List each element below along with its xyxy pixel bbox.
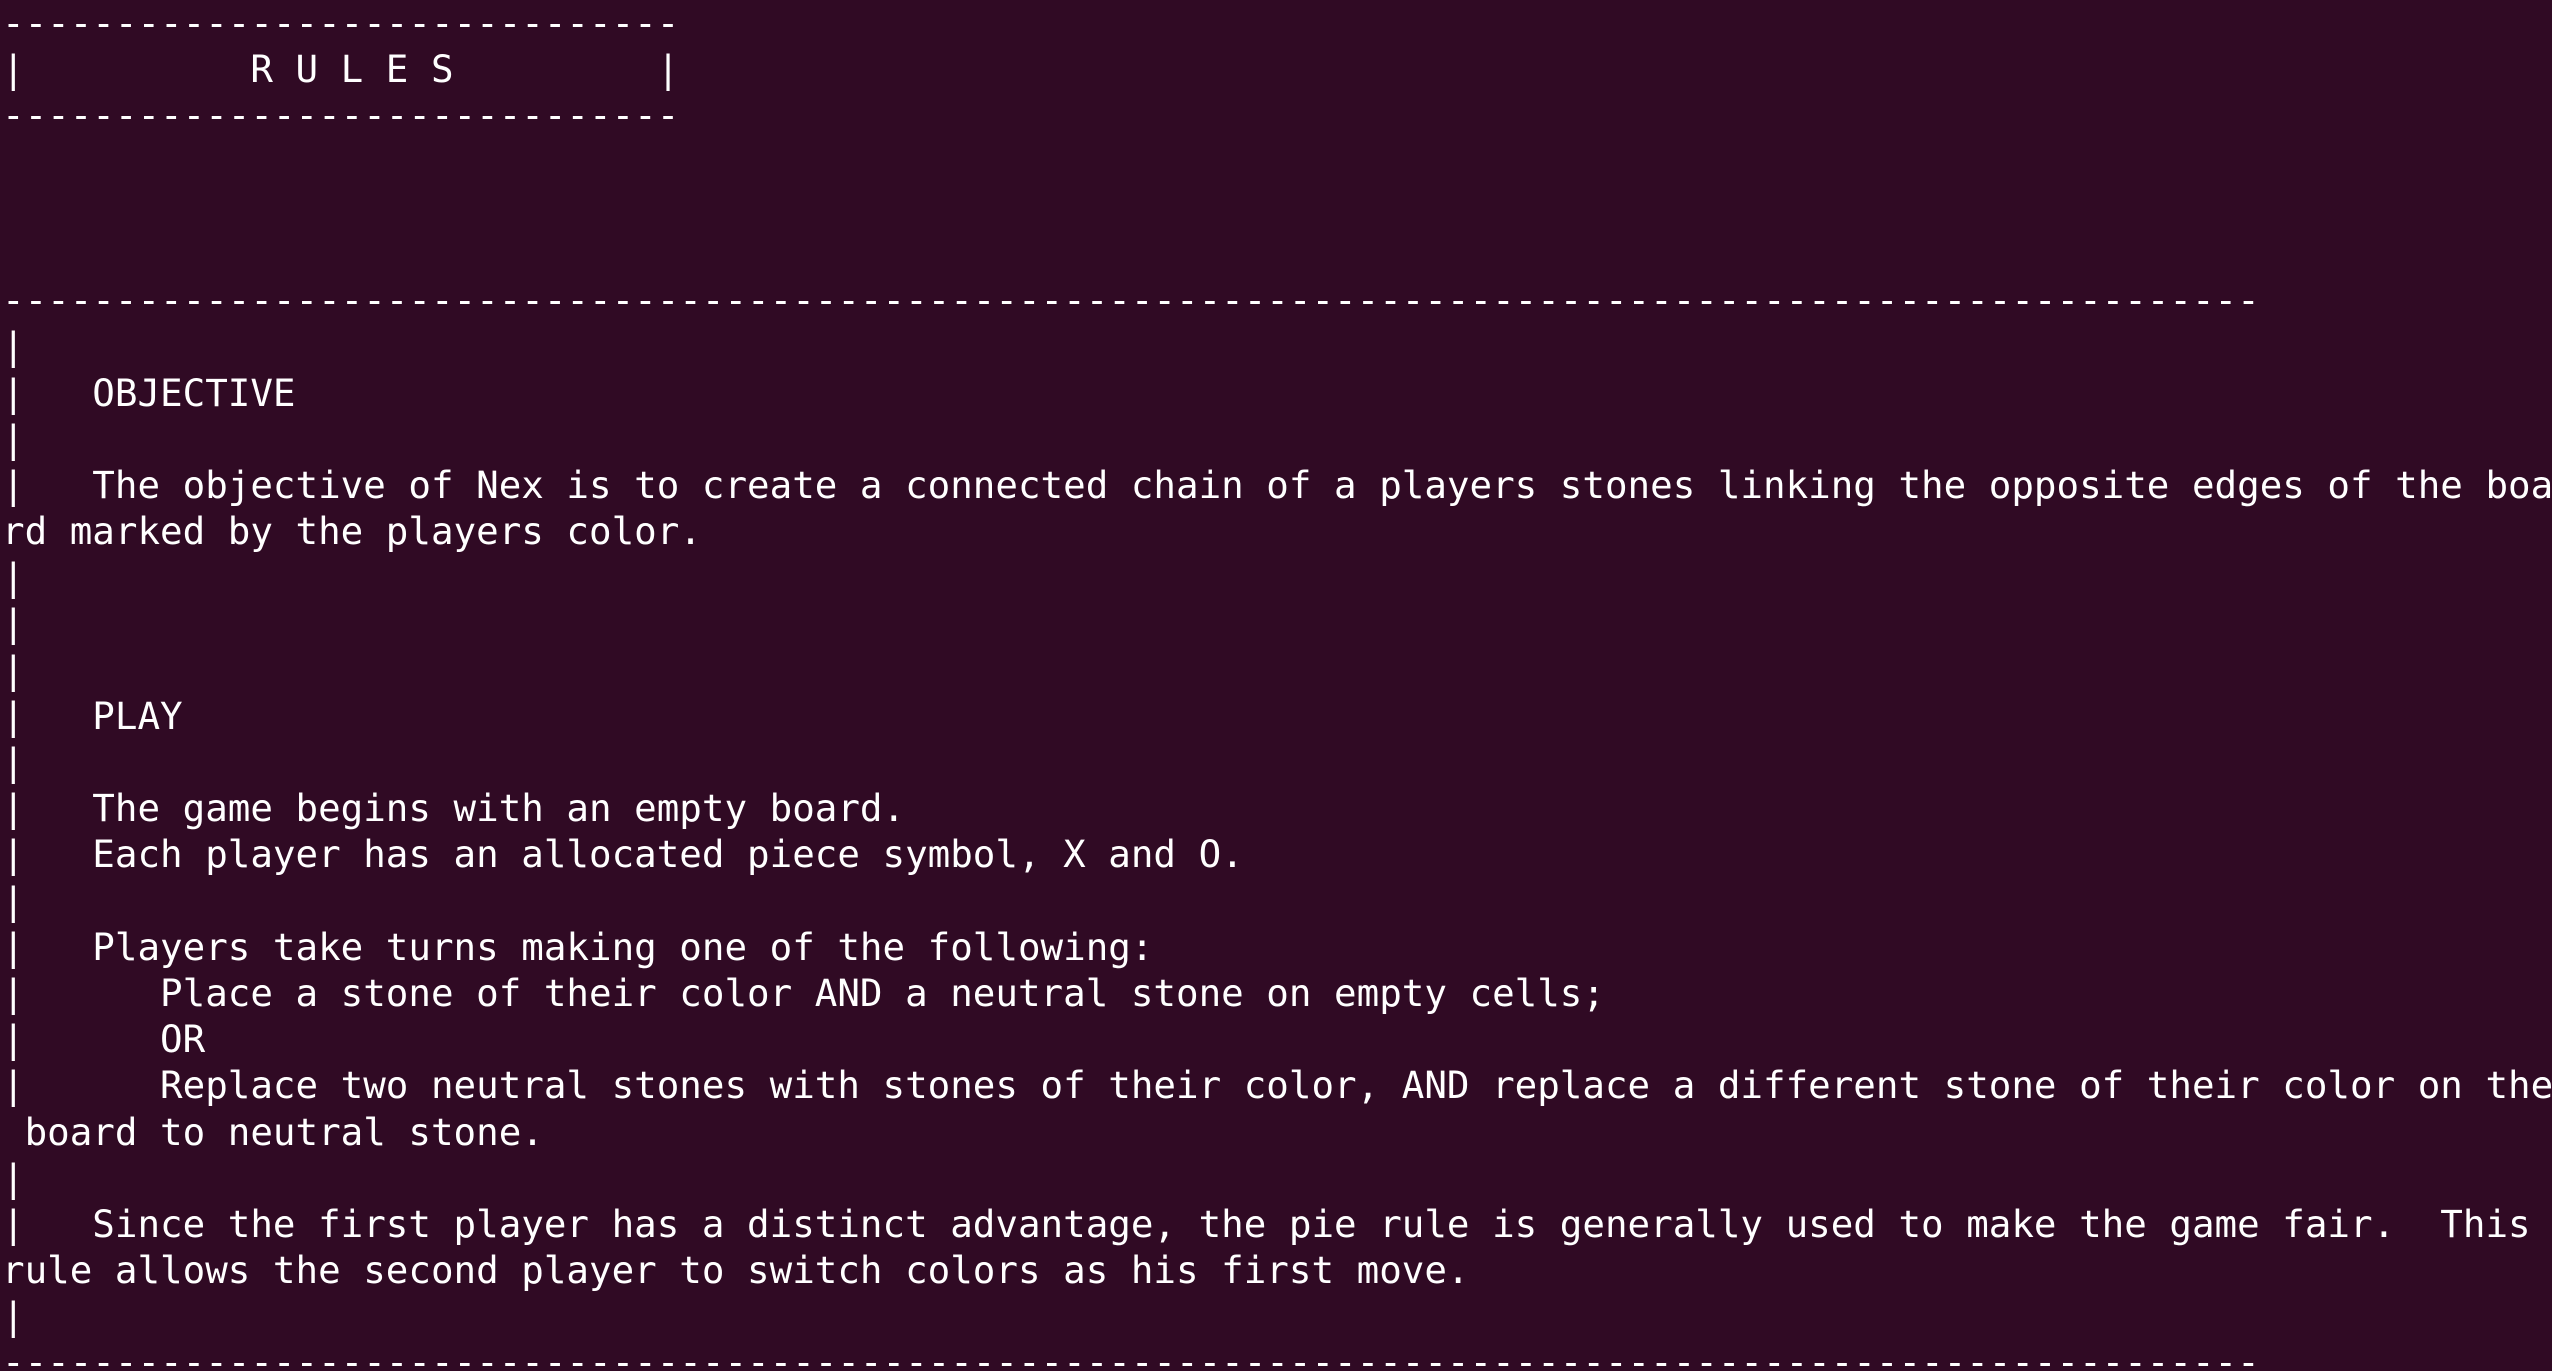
rules-title-border-top: ------------------------------ [2,1,680,45]
play-option-line: | Replace two neutral stones with stones… [2,1063,2552,1108]
rules-box-border-top: ----------------------------------------… [2,278,2260,323]
play-option-line: board to neutral stone. [2,1109,544,1154]
box-side-line: | [2,555,25,600]
rules-title-border-bottom: ------------------------------ [2,93,680,138]
box-side-line: | [2,1155,25,1200]
box-side-line: | [2,324,25,369]
play-heading: | PLAY [2,693,183,738]
box-side-line: | [2,740,25,784]
play-text-line: | Each player has an allocated piece sym… [2,832,1244,877]
play-text-line: | The game begins with an empty board. [2,786,906,831]
objective-text-line: rd marked by the players color. [2,509,702,554]
play-option-line: | Place a stone of their color AND a neu… [2,970,1605,1015]
box-side-line: | [2,416,25,461]
play-text-line: | Players take turns making one of the f… [2,924,1154,969]
objective-text-line: | The objective of Nex is to create a co… [2,462,2552,507]
pie-rule-text-line: rule allows the second player to switch … [2,1248,1470,1293]
rules-title: | R U L E S | [2,47,680,92]
rules-box-border-bottom: ----------------------------------------… [2,1340,2260,1371]
objective-heading: | OBJECTIVE [2,370,296,415]
box-side-line: | [2,1294,25,1339]
box-side-line: | [2,601,25,646]
box-side-line: | [2,647,25,692]
play-option-line: | OR [2,1017,206,1062]
terminal-window[interactable]: ------------------------------ | R U L E… [0,0,2552,1371]
pie-rule-text-line: | Since the first player has a distinct … [2,1201,2531,1246]
box-side-line: | [2,878,25,923]
